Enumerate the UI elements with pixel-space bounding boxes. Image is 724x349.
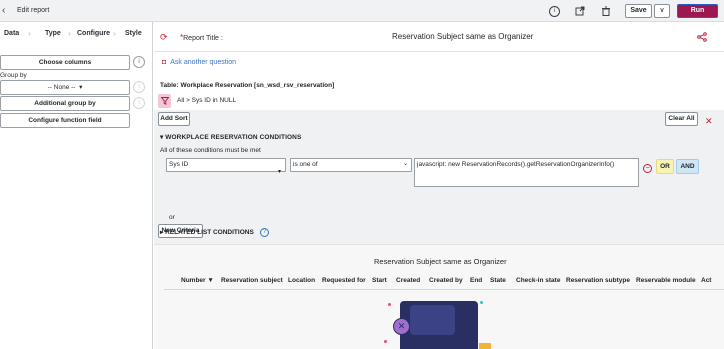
info-icon: i <box>133 81 145 93</box>
save-button[interactable]: Save <box>625 4 652 18</box>
report-config-panel: Data › Type › Configure › Style Choose c… <box>0 22 153 349</box>
chevron-down-icon: ∨ <box>659 7 665 14</box>
trash-icon[interactable] <box>600 6 611 17</box>
chevron-right-icon: › <box>28 29 31 38</box>
add-sort-button[interactable]: Add Sort <box>158 112 190 126</box>
info-icon[interactable]: i <box>549 6 560 17</box>
assistant-icon: ◘ <box>162 59 167 66</box>
column-header[interactable]: Reservation subtype <box>566 277 630 284</box>
additional-group-by-button[interactable]: Additional group by <box>0 96 130 111</box>
column-header[interactable]: State <box>490 277 506 284</box>
tab-type[interactable]: Type <box>45 30 61 37</box>
report-title-value[interactable]: Reservation Subject same as Organizer <box>392 32 533 41</box>
column-header[interactable]: Act <box>701 277 711 284</box>
save-dropdown-button[interactable]: ∨ <box>654 4 670 18</box>
or-button[interactable]: OR <box>656 159 674 174</box>
remove-condition-icon[interactable]: − <box>643 164 652 173</box>
lock-icon: ✕ <box>393 318 410 335</box>
group-by-value: -- None -- <box>47 84 76 91</box>
clear-all-button[interactable]: Clear All <box>665 112 698 126</box>
column-header[interactable]: Created <box>396 277 420 284</box>
close-icon[interactable]: ✕ <box>705 116 713 127</box>
report-title-row: ⟳ *Report Title : Reservation Subject sa… <box>154 22 724 52</box>
preview-title: Reservation Subject same as Organizer <box>374 257 507 266</box>
chevron-left-icon[interactable]: ‹ <box>2 6 5 16</box>
report-preview: Reservation Subject same as Organizer Nu… <box>154 244 724 349</box>
run-button[interactable]: Run <box>677 4 718 18</box>
choose-columns-button[interactable]: Choose columns <box>0 55 130 70</box>
chevron-right-icon: › <box>68 29 71 38</box>
column-header[interactable]: Reservable module <box>636 277 696 284</box>
chevron-right-icon: › <box>113 29 116 38</box>
column-header[interactable]: Requested for <box>322 277 366 284</box>
report-title-label: *Report Title : <box>180 33 223 42</box>
filter-breadcrumb[interactable]: All > Sys ID in NULL <box>177 97 236 104</box>
group-by-select[interactable]: -- None -- ▾ <box>0 80 130 95</box>
column-header[interactable]: Number ▼ <box>181 277 214 284</box>
report-header: ‹ Edit report i Save ∨ Run <box>0 0 724 22</box>
condition-value-input[interactable]: javascript: new ReservationRecords().get… <box>414 158 639 187</box>
column-header[interactable]: Check-in state <box>516 277 560 284</box>
step-tabs: Data › Type › Configure › Style <box>0 22 153 46</box>
sort-desc-icon: ▼ <box>207 277 214 284</box>
page-title: Edit report <box>17 7 50 14</box>
caret-down-icon: ▾ <box>278 169 282 175</box>
tab-style[interactable]: Style <box>125 30 142 37</box>
condition-operator-select[interactable]: is one of <box>290 158 412 172</box>
divider <box>164 289 724 290</box>
condition-field-select[interactable]: Sys ID <box>166 158 286 172</box>
tab-data[interactable]: Data <box>4 30 19 37</box>
and-button[interactable]: AND <box>676 159 699 174</box>
group-by-label: Group by <box>0 72 27 79</box>
or-separator: or <box>169 214 175 221</box>
chevron-down-icon: ⌄ <box>403 161 409 167</box>
export-icon[interactable] <box>574 6 585 17</box>
column-header[interactable]: Created by <box>429 277 463 284</box>
preview-column-headers: Number ▼ Reservation subject Location Re… <box>154 275 724 289</box>
info-icon: i <box>133 97 145 109</box>
report-main: ⟳ *Report Title : Reservation Subject sa… <box>154 22 724 349</box>
conditions-section-header[interactable]: ▾ WORKPLACE RESERVATION CONDITIONS <box>160 133 301 141</box>
info-icon[interactable]: i <box>133 56 145 68</box>
refresh-icon[interactable]: ⟳ <box>160 32 168 43</box>
related-list-conditions-header[interactable]: ▸ RELATED LIST CONDITIONS <box>160 228 254 236</box>
caret-down-icon: ▾ <box>77 84 83 91</box>
configure-function-field-button[interactable]: Configure function field <box>0 113 130 128</box>
table-label: Table: Workplace Reservation [sn_wsd_rsv… <box>160 82 335 89</box>
tab-configure[interactable]: Configure <box>77 30 110 37</box>
column-header[interactable]: Location <box>288 277 315 284</box>
share-icon[interactable] <box>697 32 707 44</box>
column-header[interactable]: Reservation subject <box>221 277 283 284</box>
filter-icon[interactable] <box>158 94 171 108</box>
help-icon[interactable]: ? <box>260 228 269 237</box>
conditions-subtitle: All of these conditions must be met <box>160 147 261 154</box>
ask-another-question-link[interactable]: ◘ Ask another question <box>162 59 236 66</box>
column-header[interactable]: End <box>470 277 482 284</box>
column-header[interactable]: Start <box>372 277 387 284</box>
